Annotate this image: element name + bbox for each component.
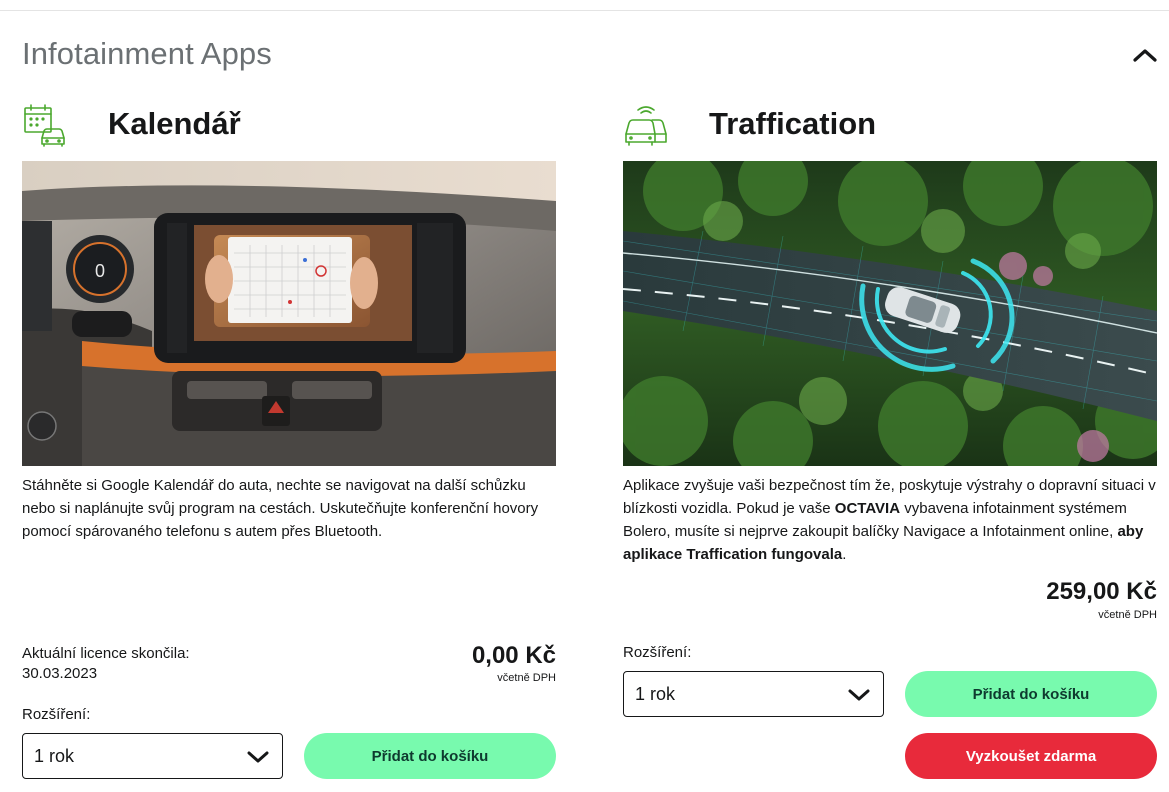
price: 259,00 Kč: [1046, 578, 1157, 605]
top-divider: [0, 10, 1169, 11]
card-title: Traffication: [709, 106, 877, 141]
chevron-down-icon: [848, 689, 870, 701]
card-image-road-radar: [623, 161, 1157, 466]
price-vat-note: včetně DPH: [1098, 609, 1157, 621]
chevron-down-icon: [247, 751, 269, 763]
license-date: 30.03.2023: [22, 665, 98, 682]
card-description: Aplikace zvyšuje vaši bezpečnost tím že,…: [623, 477, 1156, 563]
license-label: Aktuální licence skončila:: [22, 645, 190, 662]
extension-label: Rozšíření:: [623, 644, 692, 661]
card-title: Kalendář: [108, 106, 241, 141]
add-to-cart-button[interactable]: Přidat do košíku: [905, 671, 1157, 717]
app-card-kalendar: Kalendář 0 Stáhněte si Google Kalendář d…: [22, 96, 556, 786]
card-description: Stáhněte si Google Kalendář do auta, nec…: [22, 477, 539, 540]
section-title: Infotainment Apps: [22, 36, 272, 71]
add-to-cart-button[interactable]: Přidat do košíku: [304, 733, 556, 779]
select-value: 1 rok: [635, 683, 676, 704]
select-value: 1 rok: [34, 745, 75, 766]
price-vat-note: včetně DPH: [497, 672, 556, 684]
app-card-traffication: Traffication Aplikace zvyšuje vaši bezpe…: [623, 96, 1157, 786]
license-duration-select[interactable]: 1 rok: [623, 671, 884, 717]
svg-text:0: 0: [95, 261, 105, 281]
extension-label: Rozšíření:: [22, 706, 91, 723]
collapse-button[interactable]: [1128, 38, 1162, 72]
chevron-up-icon: [1133, 49, 1157, 62]
license-duration-select[interactable]: 1 rok: [22, 733, 283, 779]
card-image-car-dashboard: 0: [22, 161, 556, 466]
calendar-car-icon: [24, 104, 65, 147]
connected-car-icon: [625, 106, 667, 146]
try-free-button[interactable]: Vyzkoušet zdarma: [905, 733, 1157, 779]
price: 0,00 Kč: [471, 642, 556, 669]
